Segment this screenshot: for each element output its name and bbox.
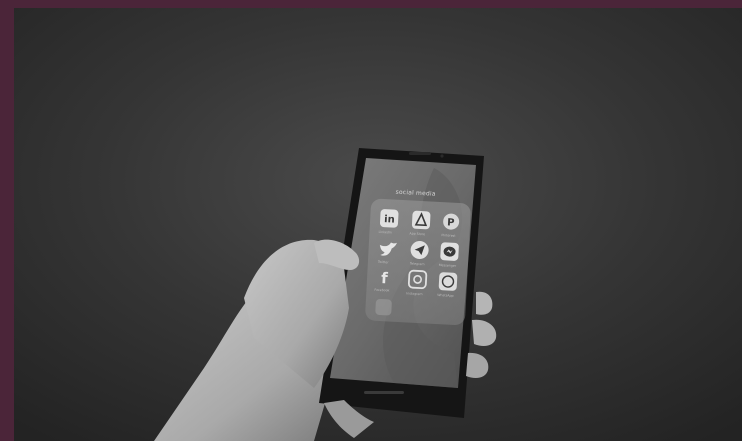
app-label: App Store	[409, 231, 425, 236]
linkedin-icon: in	[384, 214, 395, 226]
app-folder[interactable]: social media in LinkedIn App Store P Pin…	[365, 187, 472, 325]
app-messenger[interactable]: Messenger	[439, 242, 459, 268]
phone-earpiece	[409, 152, 431, 155]
app-label: Instagram	[406, 291, 422, 296]
phone-speaker	[364, 391, 404, 394]
app-label: Telegram	[409, 261, 425, 266]
photo-scene: social media in LinkedIn App Store P Pin…	[14, 8, 742, 441]
app-label: Facebook	[374, 288, 389, 293]
app-label: WhatsApp	[437, 293, 453, 298]
pinterest-icon: P	[447, 217, 455, 228]
app-label: Twitter	[377, 260, 390, 265]
phone-camera	[440, 154, 444, 158]
photo: social media in LinkedIn App Store P Pin…	[14, 8, 742, 441]
extra-app-icon	[375, 298, 392, 316]
app-label: Pinterest	[441, 233, 456, 238]
app-label: LinkedIn	[378, 230, 392, 235]
